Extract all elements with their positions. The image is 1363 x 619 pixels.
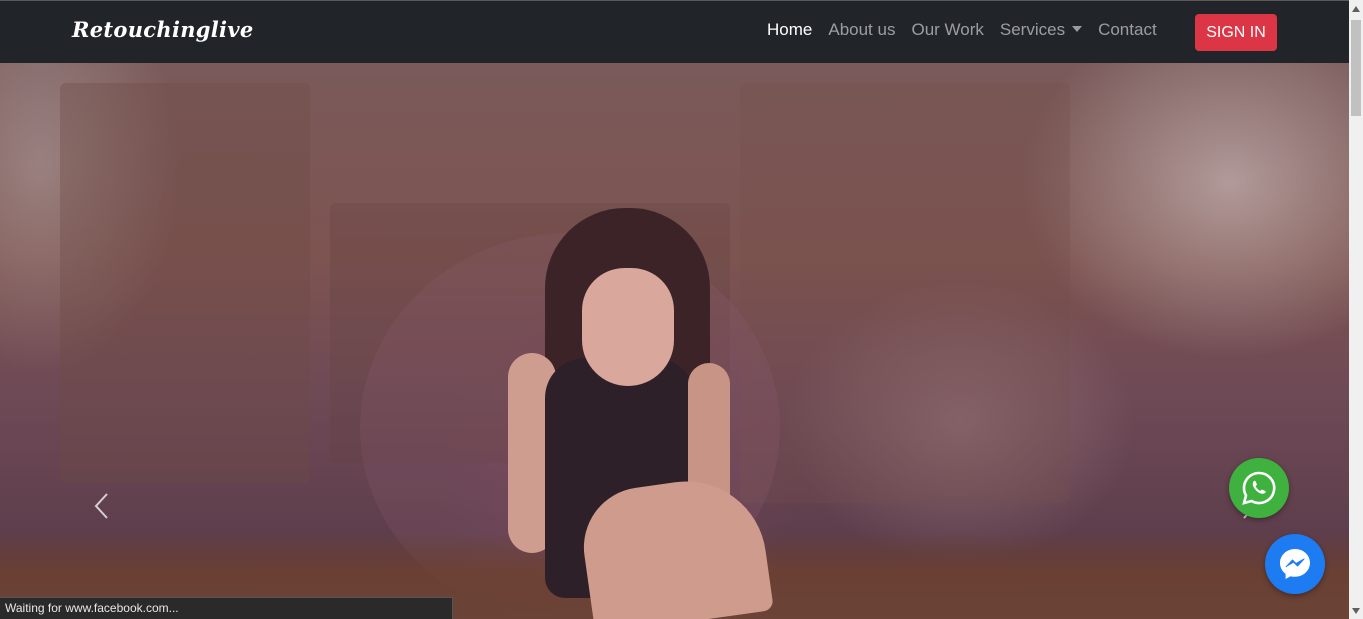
top-navbar: Retouchinglive Home About us Our Work Se… <box>0 0 1349 63</box>
nav-home[interactable]: Home <box>767 20 812 40</box>
scroll-thumb[interactable] <box>1351 20 1361 116</box>
scroll-up-arrow-icon[interactable] <box>1349 0 1363 17</box>
nav-about-us[interactable]: About us <box>828 20 895 40</box>
whatsapp-icon <box>1242 471 1276 505</box>
caret-down-icon <box>1072 26 1083 32</box>
nav-contact[interactable]: Contact <box>1098 20 1157 40</box>
whatsapp-button[interactable] <box>1229 458 1289 518</box>
chevron-left-icon <box>94 493 108 519</box>
nav-services-dropdown[interactable]: Services <box>999 20 1083 40</box>
messenger-button[interactable] <box>1265 534 1325 594</box>
background-door-left <box>60 83 310 483</box>
carousel-prev-button[interactable] <box>88 491 118 521</box>
hero-carousel <box>0 63 1349 619</box>
brand-logo[interactable]: Retouchinglive <box>72 17 254 42</box>
scroll-down-arrow-icon[interactable] <box>1349 602 1363 619</box>
sign-in-button[interactable]: SIGN IN <box>1195 14 1277 51</box>
nav-links: Home About us Our Work Services Contact <box>767 20 1173 40</box>
photo-subject-face <box>582 268 674 386</box>
page-scrollbar[interactable] <box>1349 0 1363 619</box>
background-door-right <box>740 83 1070 503</box>
messenger-icon <box>1280 549 1310 579</box>
nav-services-label: Services <box>999 20 1066 39</box>
nav-our-work[interactable]: Our Work <box>911 20 983 40</box>
browser-status-bar: Waiting for www.facebook.com... <box>0 597 453 619</box>
